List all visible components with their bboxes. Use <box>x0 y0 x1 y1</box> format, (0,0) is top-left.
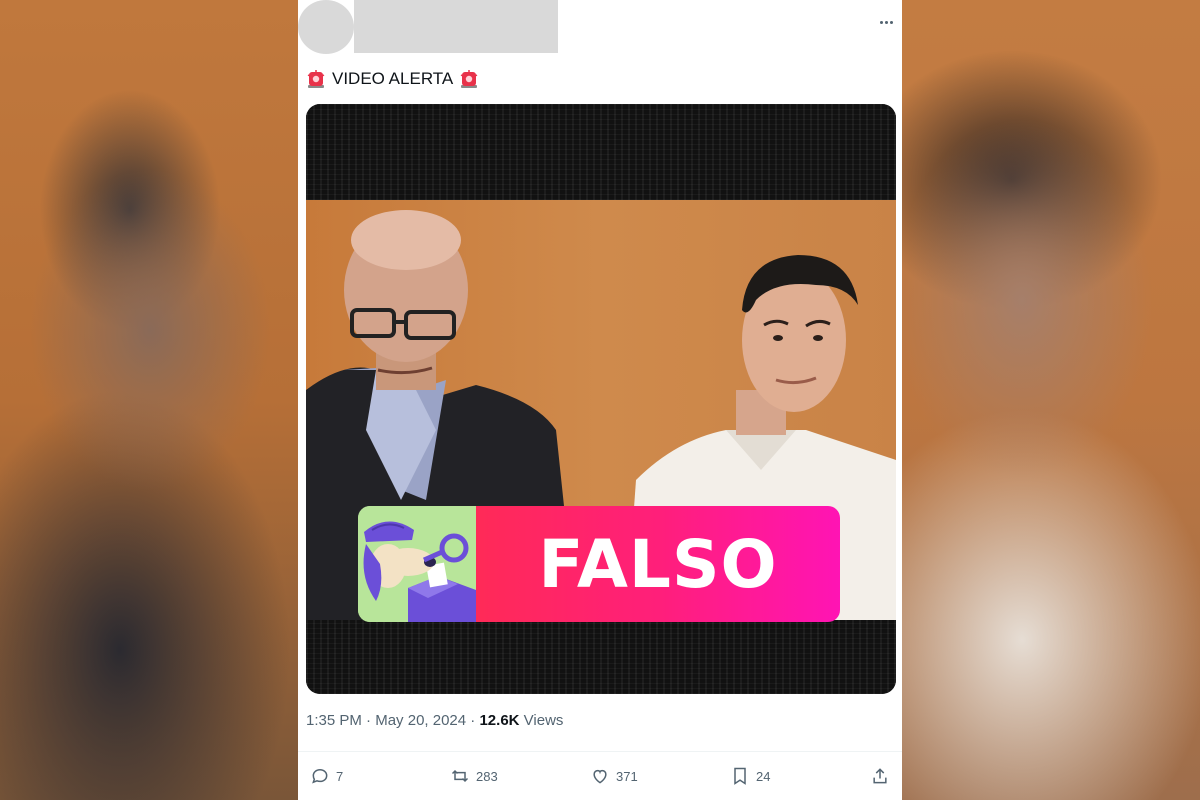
media-noise-top <box>306 104 896 200</box>
repost-button[interactable]: 283 <box>450 760 498 792</box>
redacted-username <box>354 0 558 53</box>
blurred-background-left <box>0 0 300 800</box>
like-button[interactable]: 371 <box>590 760 638 792</box>
blurred-background-right <box>902 0 1200 800</box>
media-noise-bottom <box>306 620 896 694</box>
tweet-meta: 1:35 PM · May 20, 2024 · 12.6K Views <box>306 712 563 729</box>
like-count: 371 <box>616 768 638 784</box>
meta-separator: · <box>366 712 372 729</box>
tweet-media[interactable]: FALSO <box>306 104 896 694</box>
bookmark-button[interactable]: 24 <box>730 760 770 792</box>
falso-label: FALSO <box>476 506 840 622</box>
tweet-card: VIDEO ALERTA FALSO 1:35 PM · May 20, 202… <box>298 0 902 800</box>
siren-icon <box>459 69 479 89</box>
tweet-date[interactable]: May 20, 2024 <box>375 712 466 729</box>
bookmark-count: 24 <box>756 768 771 784</box>
repost-icon <box>451 769 469 783</box>
views-count: 12.6K <box>479 712 520 729</box>
reply-button[interactable]: 7 <box>310 760 343 792</box>
siren-icon <box>306 69 326 89</box>
heart-icon <box>593 769 607 784</box>
reply-count: 7 <box>336 768 344 784</box>
tweet-text: VIDEO ALERTA <box>306 66 479 92</box>
divider <box>298 751 902 752</box>
meta-separator: · <box>470 712 476 729</box>
more-options-icon[interactable] <box>874 12 898 32</box>
share-icon <box>873 768 887 784</box>
repost-count: 283 <box>476 768 498 784</box>
tweet-text-label: VIDEO ALERTA <box>332 69 454 88</box>
tweet-time[interactable]: 1:35 PM <box>306 712 362 729</box>
views-label: Views <box>523 712 564 729</box>
tweet-actions: 7 283 371 24 <box>298 760 902 792</box>
share-button[interactable] <box>870 760 890 792</box>
bookmark-icon <box>734 767 746 785</box>
reply-icon <box>312 768 328 784</box>
fact-check-badge: FALSO <box>358 506 840 622</box>
avatar[interactable] <box>298 0 354 54</box>
detective-dog-logo-icon <box>358 506 476 622</box>
